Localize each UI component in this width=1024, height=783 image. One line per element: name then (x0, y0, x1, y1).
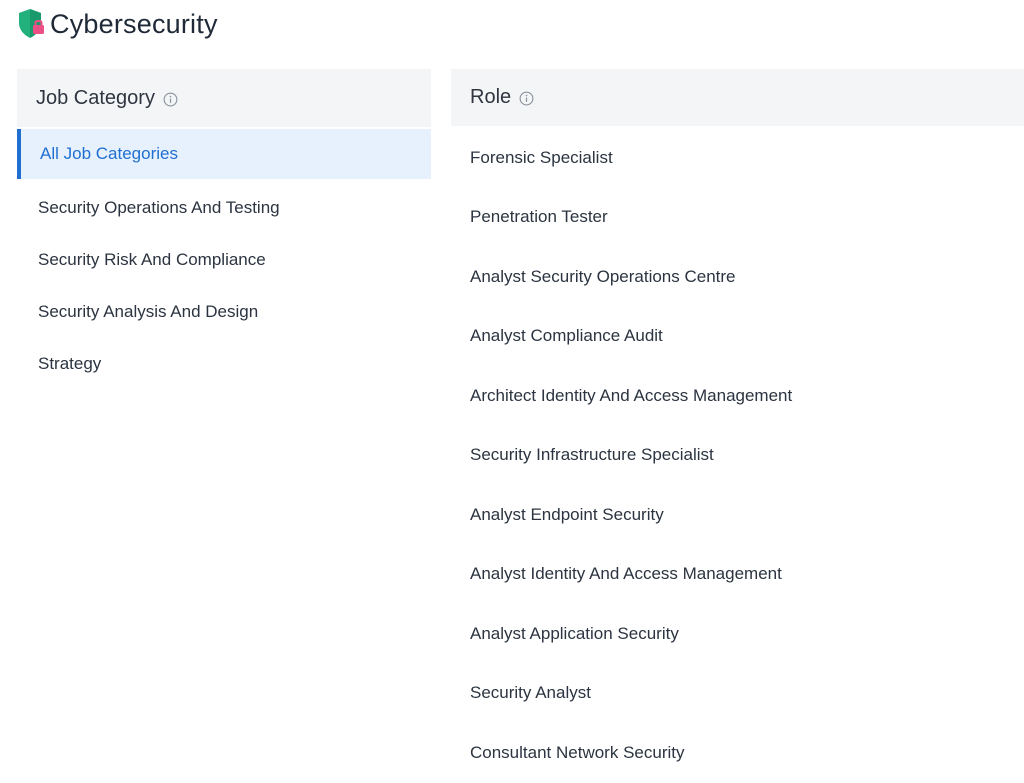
job-category-header: Job Category (17, 69, 431, 127)
app-title: Cybersecurity (50, 8, 218, 39)
category-item-label: Security Risk And Compliance (38, 250, 266, 269)
category-item-strategy[interactable]: Strategy (17, 338, 431, 390)
category-item-label: Security Operations And Testing (38, 198, 280, 217)
info-icon[interactable] (519, 91, 534, 106)
role-item[interactable]: Architect Identity And Access Management (451, 366, 1024, 426)
role-header: Role (451, 69, 1024, 126)
category-item-label: All Job Categories (40, 144, 178, 163)
job-category-heading: Job Category (36, 86, 155, 109)
category-item-label: Strategy (38, 354, 102, 373)
role-item[interactable]: Penetration Tester (451, 188, 1024, 248)
shield-lock-icon (19, 9, 44, 38)
role-item[interactable]: Consultant Network Security (451, 723, 1024, 783)
role-panel: Role Forensic Specialist Penetration Tes… (451, 69, 1024, 783)
category-item-security-analysis-and-design[interactable]: Security Analysis And Design (17, 286, 431, 338)
category-item-all-job-categories[interactable]: All Job Categories (17, 129, 431, 179)
role-item[interactable]: Security Infrastructure Specialist (451, 426, 1024, 486)
role-item[interactable]: Forensic Specialist (451, 128, 1024, 188)
role-item[interactable]: Analyst Application Security (451, 604, 1024, 664)
role-item[interactable]: Analyst Endpoint Security (451, 485, 1024, 545)
category-item-security-risk-and-compliance[interactable]: Security Risk And Compliance (17, 234, 431, 286)
role-item[interactable]: Analyst Security Operations Centre (451, 247, 1024, 307)
app-header: Cybersecurity (16, 4, 218, 44)
job-category-list: All Job Categories Security Operations A… (17, 129, 431, 390)
role-item[interactable]: Security Analyst (451, 664, 1024, 724)
role-item[interactable]: Analyst Identity And Access Management (451, 545, 1024, 605)
job-category-panel: Job Category All Job Categories Security… (17, 69, 431, 390)
info-icon[interactable] (163, 92, 178, 107)
role-list: Forensic Specialist Penetration Tester A… (451, 126, 1024, 783)
role-heading: Role (470, 86, 512, 108)
role-item[interactable]: Analyst Compliance Audit (451, 307, 1024, 367)
category-item-label: Security Analysis And Design (38, 302, 259, 321)
category-item-security-operations-and-testing[interactable]: Security Operations And Testing (17, 182, 431, 234)
